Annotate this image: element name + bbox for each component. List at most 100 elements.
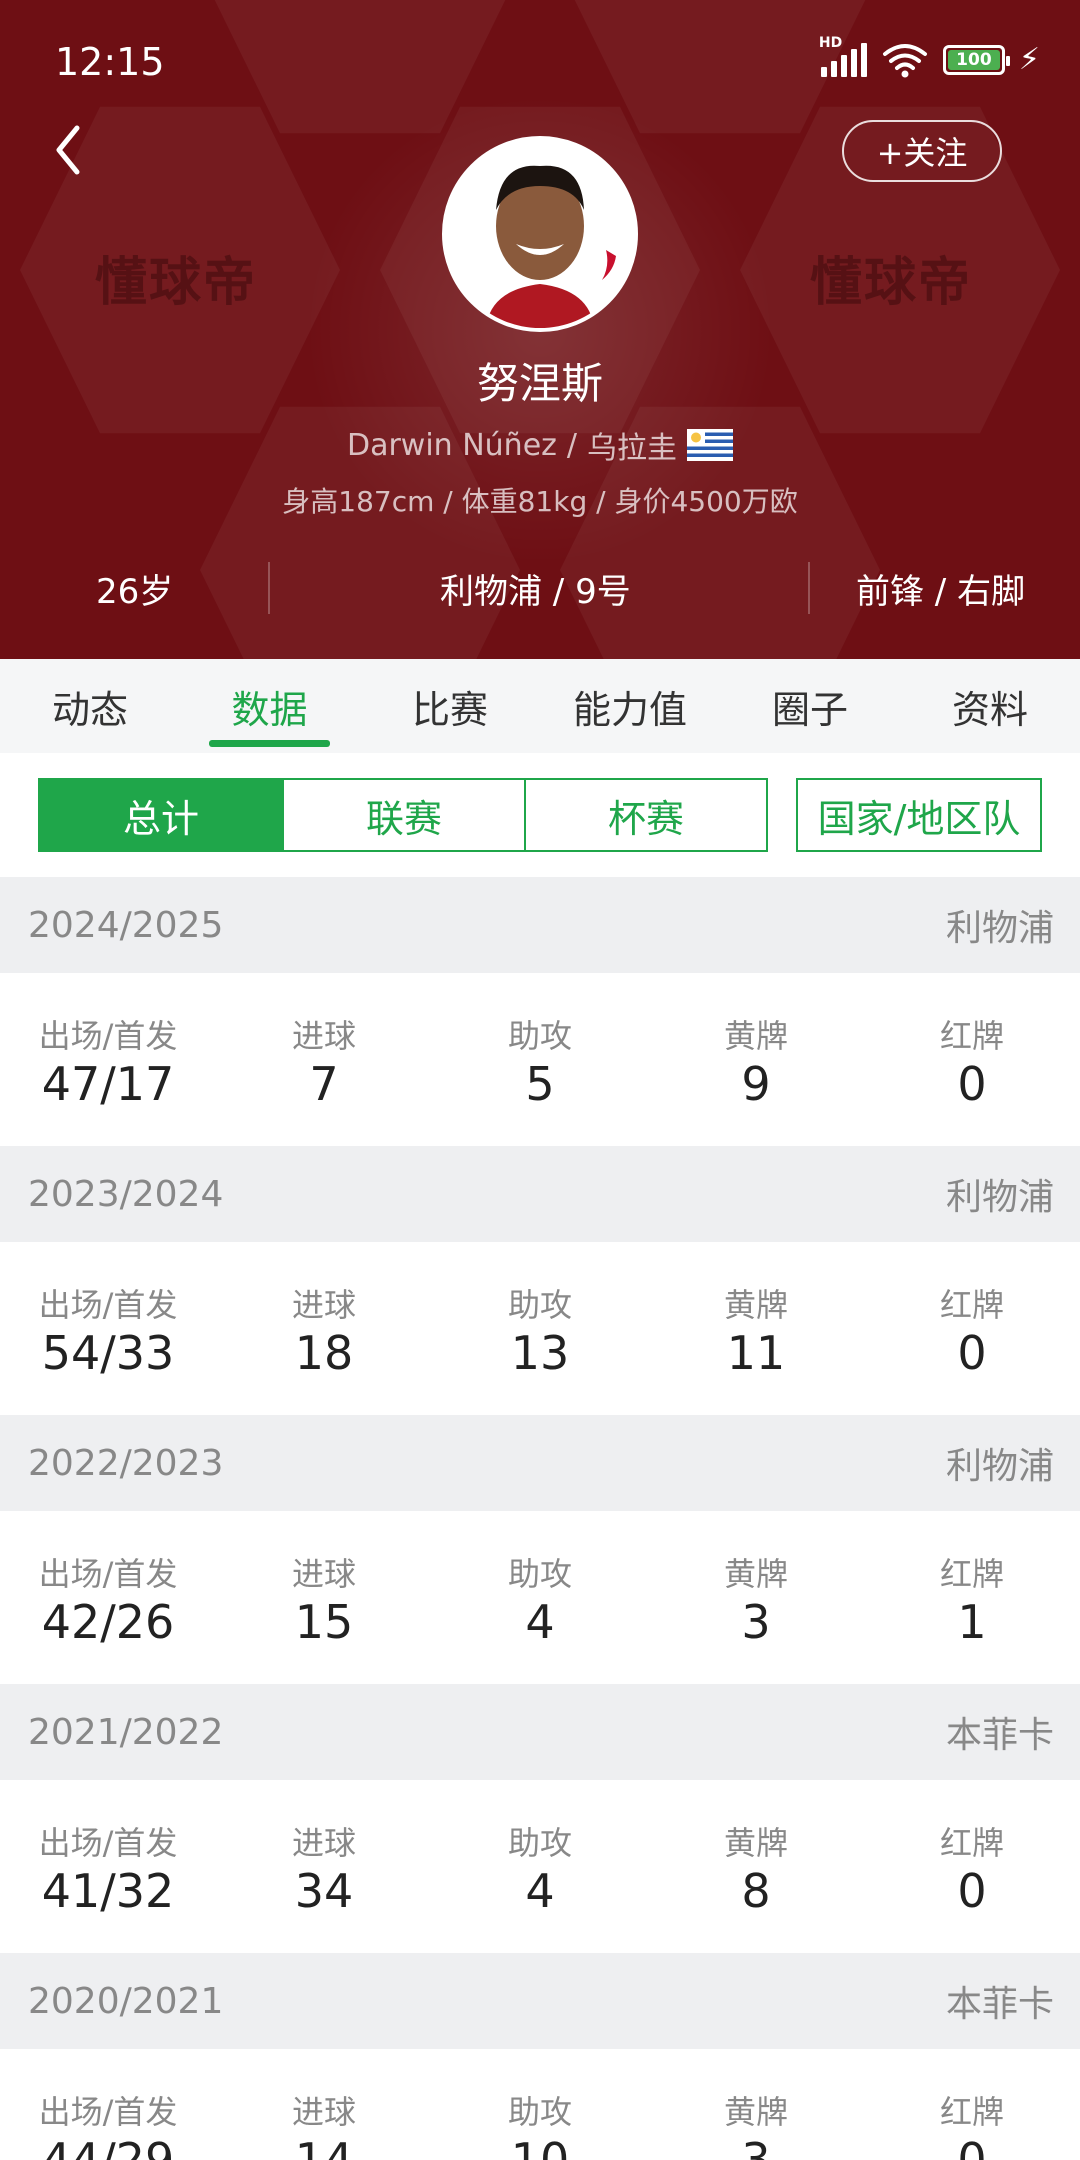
season-year: 2021/2022 (28, 1711, 224, 1753)
battery-icon: 100 (942, 45, 1010, 75)
stat-label: 助攻 (507, 1555, 572, 1593)
stat-value: 0 (957, 2133, 987, 2160)
season-header: 2022/2023 利物浦 (0, 1415, 1080, 1511)
stat-column: 出场/首发 41/32 (0, 1780, 216, 1953)
stat-label: 红牌 (939, 2093, 1004, 2131)
player-avatar (442, 136, 638, 332)
segment-total[interactable]: 总计 (38, 778, 284, 852)
competition-filter: 总计 联赛 杯赛 国家/地区队 (0, 753, 1080, 877)
signal-icon: HD (819, 35, 867, 77)
tab-circle[interactable]: 圈子 (750, 659, 870, 753)
stat-value: 3 (741, 2133, 771, 2160)
season-stats-list: 2024/2025 利物浦 出场/首发 47/17 进球 7 助攻 5 黄牌 9 红牌 0 2023/2… (0, 877, 1080, 2160)
season-club: 本菲卡 (945, 1715, 1054, 1756)
stat-value: 5 (525, 1057, 555, 1111)
stat-label: 红牌 (939, 1286, 1004, 1324)
stat-value: 13 (510, 1326, 570, 1380)
battery-level: 100 (947, 50, 1000, 70)
stat-label: 黄牌 (723, 1824, 788, 1862)
active-tab-indicator (209, 740, 330, 747)
segment-national-team[interactable]: 国家/地区队 (796, 778, 1042, 852)
stat-value: 44/29 (41, 2133, 175, 2160)
status-icons: HD 100 ⚡ (819, 35, 1040, 78)
season-header: 2023/2024 利物浦 (0, 1146, 1080, 1242)
stat-column: 黄牌 3 (648, 2049, 864, 2160)
stat-value: 0 (957, 1057, 987, 1111)
stat-column: 进球 14 (216, 2049, 432, 2160)
stat-value: 1 (957, 1595, 987, 1649)
stat-label: 进球 (291, 2093, 356, 2131)
stat-column: 助攻 13 (432, 1242, 648, 1415)
stat-column: 助攻 10 (432, 2049, 648, 2160)
stat-label: 出场/首发 (38, 1017, 178, 1055)
follow-button[interactable]: +关注 (842, 120, 1002, 182)
stat-value: 4 (525, 1864, 555, 1918)
stat-value: 34 (294, 1864, 354, 1918)
stat-column: 红牌 0 (864, 973, 1080, 1146)
season-club: 利物浦 (945, 1177, 1054, 1218)
back-button[interactable] (48, 118, 88, 182)
stat-label: 红牌 (939, 1555, 1004, 1593)
stat-value: 8 (741, 1864, 771, 1918)
season-year: 2023/2024 (28, 1173, 224, 1215)
stat-label: 进球 (291, 1286, 356, 1324)
stat-value: 41/32 (41, 1864, 175, 1918)
season-header: 2024/2025 利物浦 (0, 877, 1080, 973)
uruguay-flag-icon (687, 429, 734, 461)
stat-column: 黄牌 3 (648, 1511, 864, 1684)
wifi-icon (882, 44, 927, 78)
stat-column: 红牌 0 (864, 1242, 1080, 1415)
player-info-row: 26岁 利物浦 / 9号 前锋 / 右脚 (0, 560, 1080, 616)
stat-value: 4 (525, 1595, 555, 1649)
tab-matches[interactable]: 比赛 (390, 659, 510, 753)
stat-column: 黄牌 9 (648, 973, 864, 1146)
stat-label: 出场/首发 (38, 1286, 178, 1324)
stat-column: 进球 15 (216, 1511, 432, 1684)
season-stats-row: 出场/首发 47/17 进球 7 助攻 5 黄牌 9 红牌 0 (0, 973, 1080, 1146)
stat-value: 10 (510, 2133, 570, 2160)
stat-column: 黄牌 8 (648, 1780, 864, 1953)
stat-label: 红牌 (939, 1017, 1004, 1055)
stat-label: 黄牌 (723, 1017, 788, 1055)
stat-value: 0 (957, 1864, 987, 1918)
player-header: 懂球帝 懂球帝 12:15 HD 100 ⚡ +关注 努涅斯 Darwin Nú… (0, 0, 1080, 659)
tab-profile[interactable]: 资料 (930, 659, 1050, 753)
season-stats-row: 出场/首发 42/26 进球 15 助攻 4 黄牌 3 红牌 1 (0, 1511, 1080, 1684)
season-club: 利物浦 (945, 1446, 1054, 1487)
segment-league[interactable]: 联赛 (282, 778, 526, 852)
stat-value: 14 (294, 2133, 354, 2160)
player-nationality: 乌拉圭 (587, 431, 678, 466)
stat-column: 出场/首发 44/29 (0, 2049, 216, 2160)
season-year: 2020/2021 (28, 1980, 224, 2022)
player-subtitle: Darwin Núñez / 乌拉圭 (0, 423, 1080, 467)
player-club-number: 利物浦 / 9号 (440, 571, 631, 612)
tab-news[interactable]: 动态 (30, 659, 150, 753)
divider (808, 562, 810, 614)
stat-label: 进球 (291, 1017, 356, 1055)
tab-ability[interactable]: 能力值 (560, 659, 700, 753)
stat-column: 出场/首发 42/26 (0, 1511, 216, 1684)
chevron-left-icon (56, 125, 80, 175)
stat-column: 助攻 4 (432, 1511, 648, 1684)
stat-label: 出场/首发 (38, 1555, 178, 1593)
tab-data[interactable]: 数据 (209, 659, 330, 753)
season-stats-row: 出场/首发 54/33 进球 18 助攻 13 黄牌 11 红牌 0 (0, 1242, 1080, 1415)
separator: / (566, 427, 578, 463)
stat-value: 18 (294, 1326, 354, 1380)
stat-label: 助攻 (507, 1824, 572, 1862)
player-age: 26岁 (96, 571, 174, 612)
season-year: 2024/2025 (28, 904, 224, 946)
stat-value: 7 (309, 1057, 339, 1111)
tab-bar: 动态 数据 比赛 能力值 圈子 资料 (0, 659, 1080, 753)
stat-column: 红牌 1 (864, 1511, 1080, 1684)
stat-label: 黄牌 (723, 2093, 788, 2131)
divider (268, 562, 270, 614)
player-name: 努涅斯 (476, 359, 603, 408)
stat-column: 黄牌 11 (648, 1242, 864, 1415)
season-stats-row: 出场/首发 41/32 进球 34 助攻 4 黄牌 8 红牌 0 (0, 1780, 1080, 1953)
player-position-foot: 前锋 / 右脚 (856, 571, 1026, 612)
stat-label: 助攻 (507, 2093, 572, 2131)
segment-cup[interactable]: 杯赛 (524, 778, 768, 852)
player-body-info: 身高187cm / 体重81kg / 身价4500万欧 (282, 485, 798, 518)
status-bar: 12:15 HD 100 ⚡ (0, 0, 1080, 120)
